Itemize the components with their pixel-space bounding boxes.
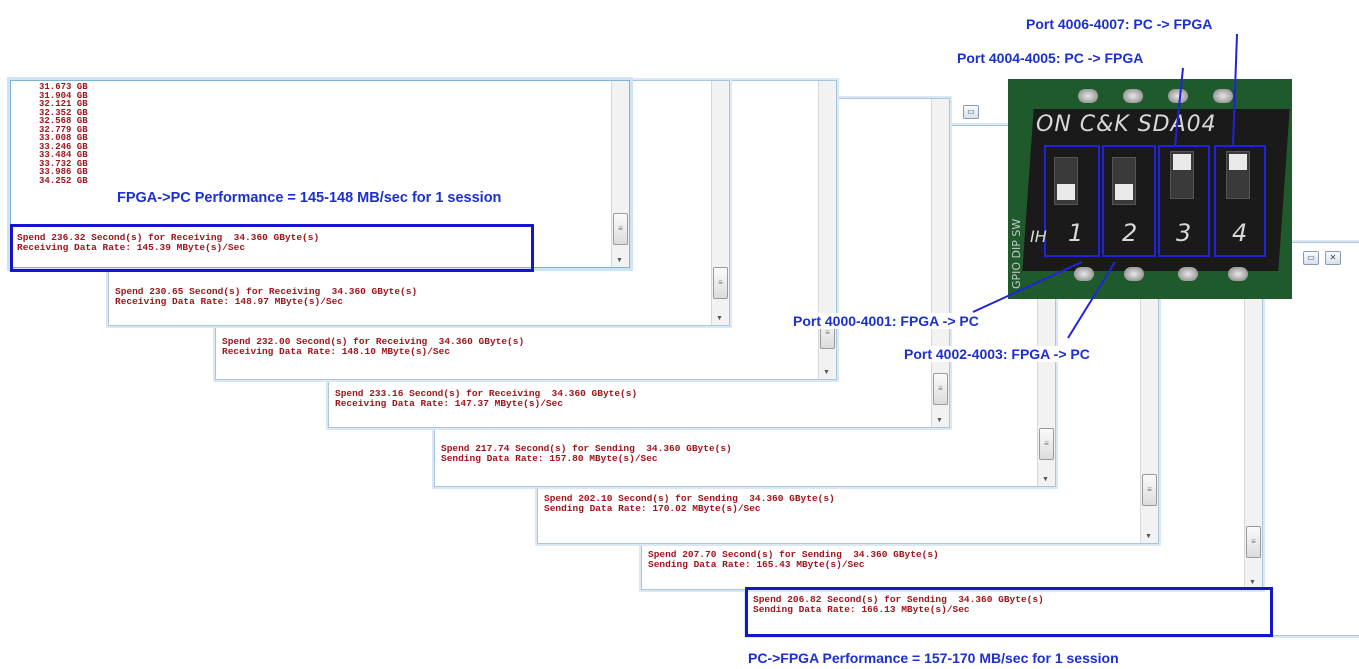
leader-line-4006 [1232, 33, 1238, 147]
leader-line-4004 [1174, 67, 1184, 147]
leader-line-4000 [972, 261, 1083, 313]
leader-lines [972, 33, 1238, 339]
leader-line-4002 [1067, 261, 1116, 339]
